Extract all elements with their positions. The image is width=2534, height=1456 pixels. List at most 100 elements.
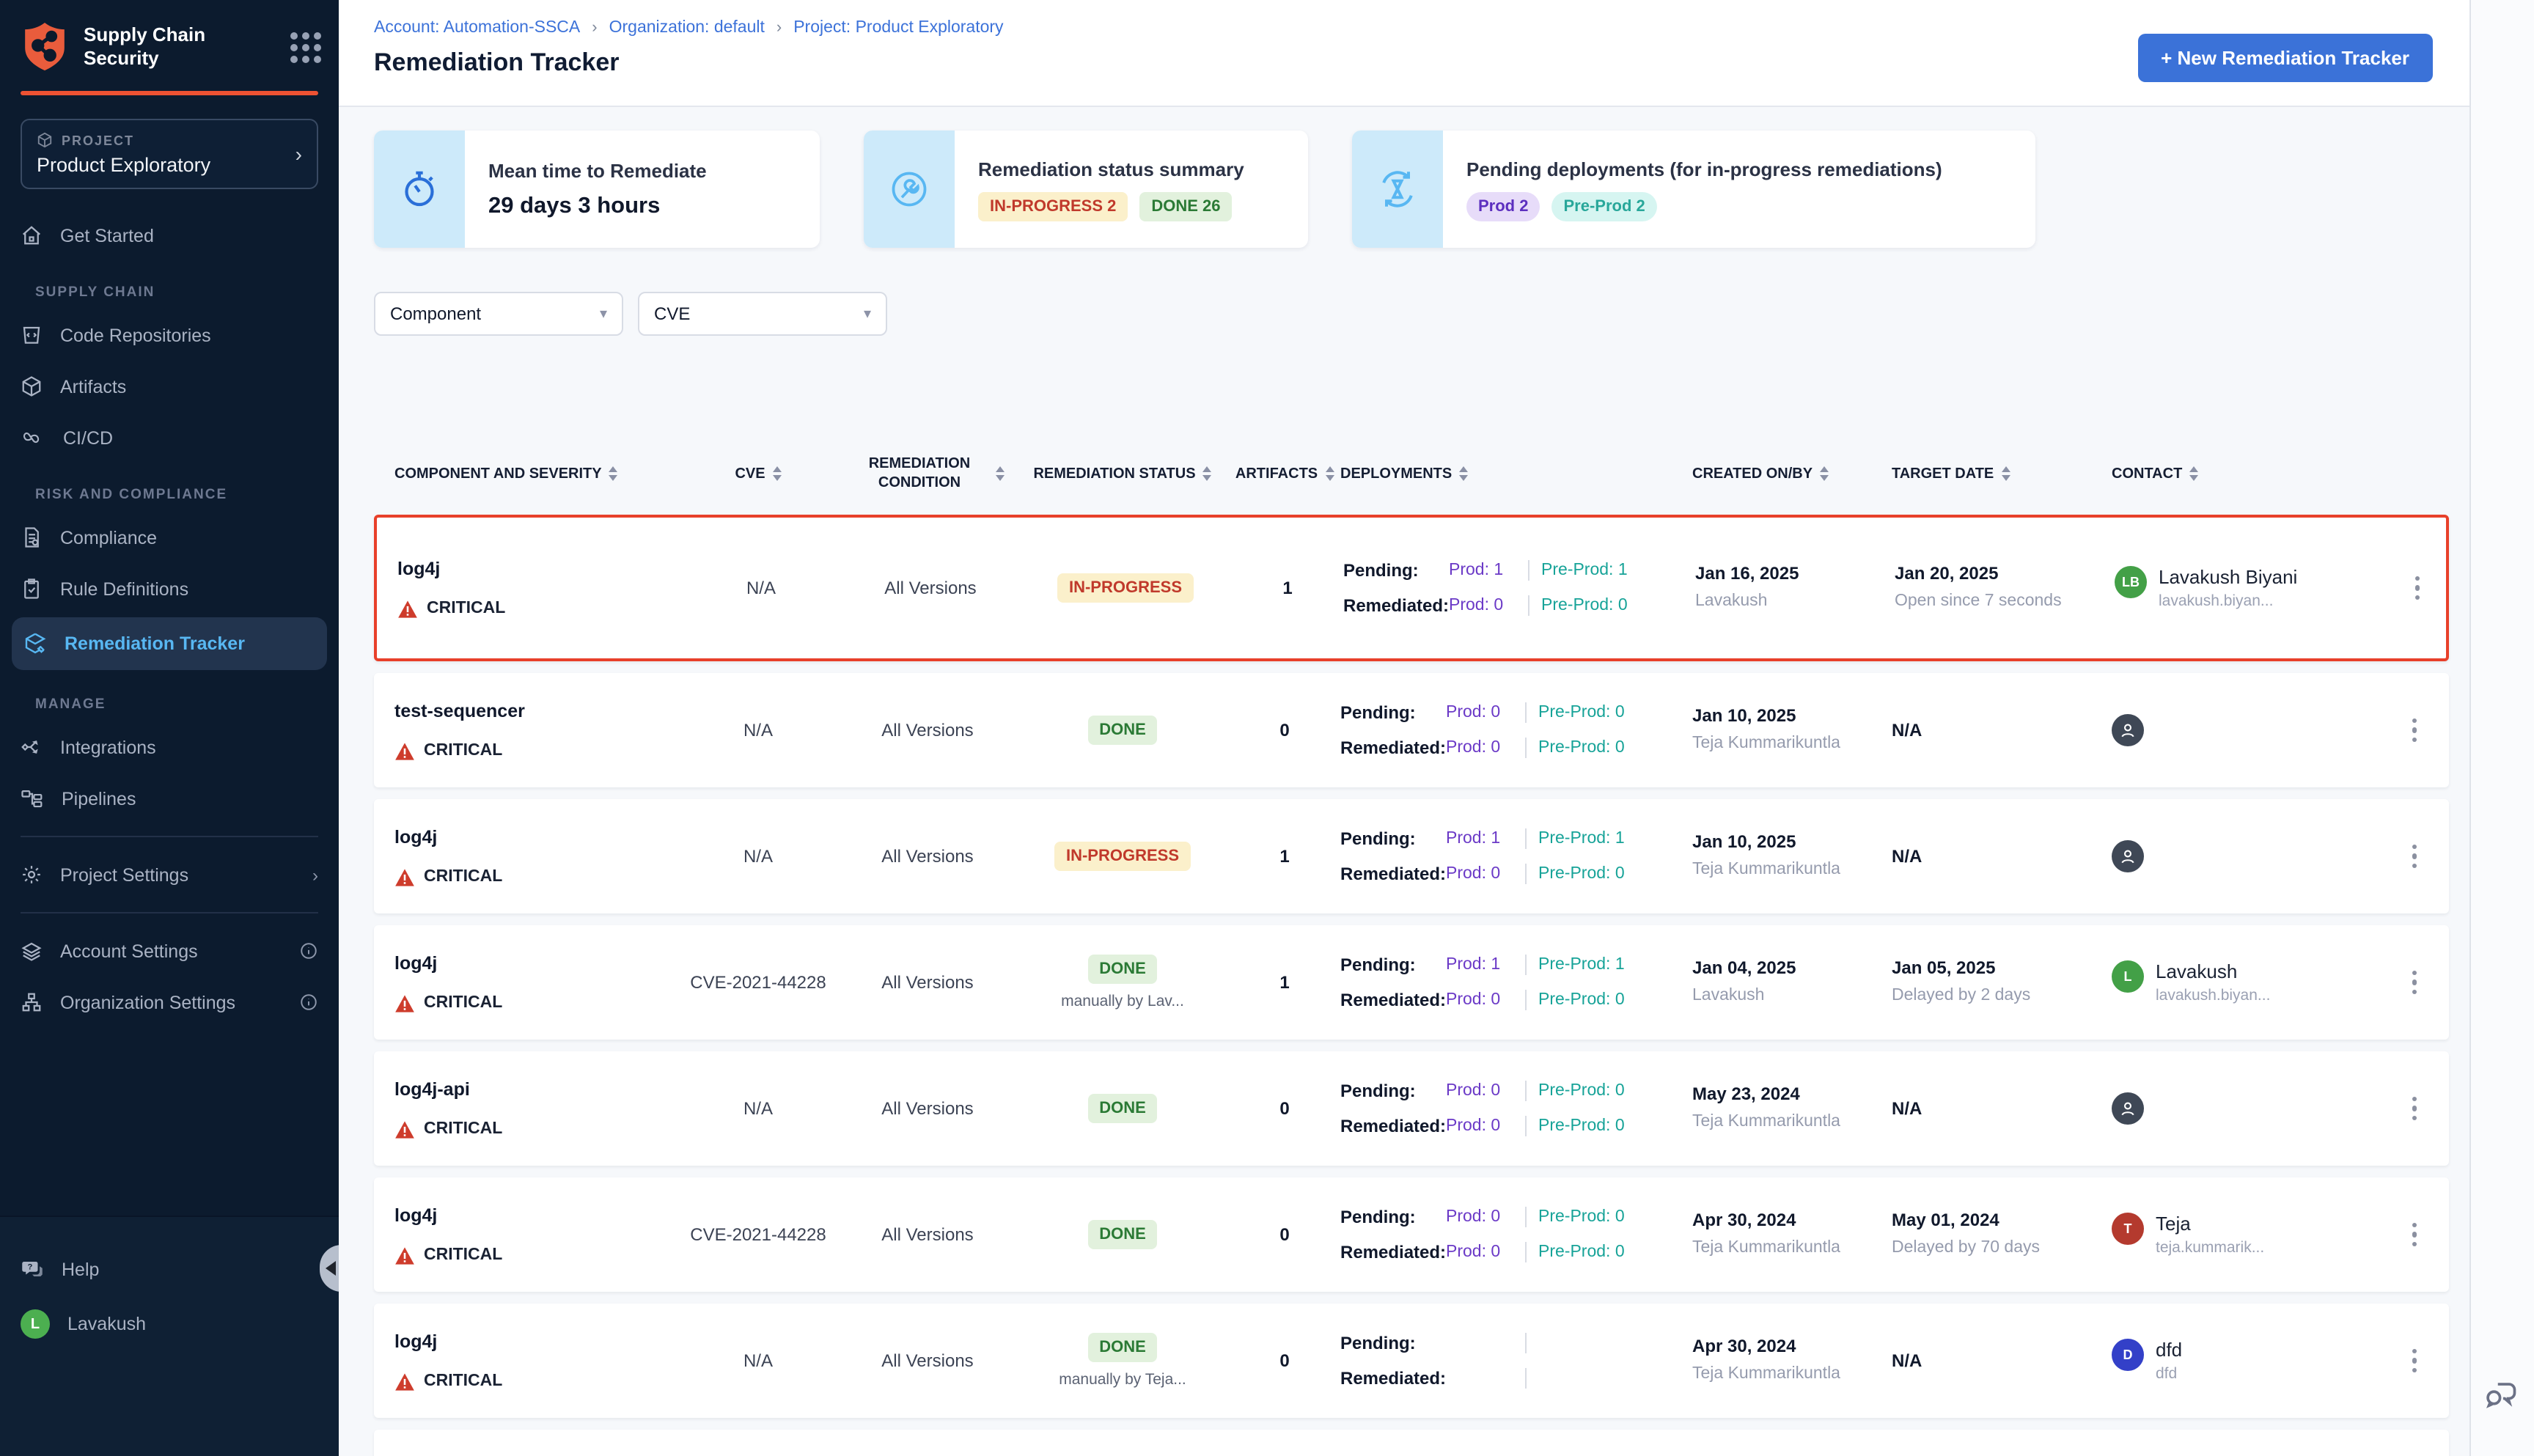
created-by: Teja Kummarikuntla (1692, 732, 1880, 755)
row-menu-kebab-icon[interactable] (2412, 1223, 2417, 1247)
remediated-prod-value[interactable]: Prod: 0 (1446, 991, 1513, 1009)
component-filter-dropdown[interactable]: Component ▾ (374, 292, 623, 336)
sidebar-item-code-repositories[interactable]: Code Repositories (0, 309, 339, 361)
sort-icon[interactable] (2001, 466, 2010, 481)
pending-preprod-value[interactable]: Pre-Prod: 1 (1538, 830, 1625, 848)
sidebar-item-artifacts[interactable]: Artifacts (0, 361, 339, 412)
remediation-condition-cell: All Versions (851, 1224, 1005, 1245)
sort-icon[interactable] (1325, 466, 1334, 481)
divider (21, 912, 318, 913)
sort-icon[interactable] (996, 466, 1005, 481)
prod-count-badge[interactable]: Prod 2 (1466, 191, 1540, 221)
target-date: N/A (1892, 1350, 2100, 1371)
pending-prod-value[interactable]: Prod: 0 (1446, 1082, 1513, 1100)
sidebar-item-pipelines[interactable]: Pipelines (0, 773, 339, 824)
pending-preprod-value[interactable]: Pre-Prod: 0 (1538, 704, 1625, 721)
sidebar-item-rule-definitions[interactable]: Rule Definitions (0, 563, 339, 614)
pending-prod-value[interactable]: Prod: 0 (1446, 704, 1513, 721)
table-row[interactable]: log4j CRITICAL CVE-2021-44228 All Versio… (374, 1177, 2449, 1292)
divider (1528, 595, 1529, 616)
breadcrumb-project[interactable]: Project: Product Exploratory (793, 19, 1003, 37)
remediated-preprod-value[interactable]: Pre-Prod: 0 (1538, 739, 1625, 757)
component-name: log4j (394, 826, 666, 847)
sidebar-item-account-settings[interactable]: Account Settings (0, 925, 339, 977)
column-header: REMEDIATION STATUS (1033, 464, 1195, 483)
row-menu-kebab-icon[interactable] (2412, 971, 2417, 995)
remediated-preprod-value[interactable]: Pre-Prod: 0 (1538, 1117, 1625, 1135)
severity-label: CRITICAL (427, 600, 505, 617)
remediated-preprod-value[interactable]: Pre-Prod: 0 (1538, 991, 1625, 1009)
sidebar-item-cicd[interactable]: CI/CD (0, 412, 339, 463)
sort-icon[interactable] (1203, 466, 1212, 481)
sidebar-item-remediation-tracker[interactable]: Remediation Tracker (12, 617, 327, 670)
in-progress-count-badge[interactable]: IN-PROGRESS 2 (978, 191, 1128, 221)
sort-icon[interactable] (1820, 466, 1829, 481)
breadcrumb-organization[interactable]: Organization: default (609, 19, 765, 37)
divider (1525, 1081, 1527, 1101)
pending-prod-value[interactable]: Prod: 1 (1449, 562, 1516, 579)
row-menu-kebab-icon[interactable] (2412, 1349, 2417, 1373)
breadcrumb-separator: › (592, 19, 597, 37)
row-menu-kebab-icon[interactable] (2414, 576, 2420, 600)
row-menu-kebab-icon[interactable] (2412, 1097, 2417, 1121)
divider (21, 836, 318, 837)
created-on-by-cell: Jan 16, 2025 Lavakush (1695, 562, 1883, 613)
component-name: log4j (397, 558, 669, 578)
pending-prod-value[interactable]: Prod: 1 (1446, 830, 1513, 848)
sidebar-item-compliance[interactable]: Compliance (0, 512, 339, 563)
pending-preprod-value[interactable]: Pre-Prod: 0 (1538, 1082, 1625, 1100)
sidebar-item-project-settings[interactable]: Project Settings › (0, 849, 339, 900)
remediated-prod-value[interactable]: Prod: 0 (1446, 1117, 1513, 1135)
created-date: Jan 10, 2025 (1692, 831, 1880, 851)
breadcrumb-account[interactable]: Account: Automation-SSCA (374, 19, 580, 37)
sidebar-item-label: Code Repositories (60, 325, 211, 345)
info-icon (299, 941, 318, 960)
sidebar-item-organization-settings[interactable]: Organization Settings (0, 977, 339, 1028)
remediation-status-cell: DONE (1016, 1094, 1229, 1123)
pending-preprod-value[interactable]: Pre-Prod: 1 (1538, 956, 1625, 974)
sidebar-item-integrations[interactable]: Integrations (0, 721, 339, 773)
remediated-preprod-value[interactable]: Pre-Prod: 0 (1538, 865, 1625, 883)
sidebar-item-help[interactable]: ? Help (0, 1243, 339, 1295)
sort-icon[interactable] (1459, 466, 1468, 481)
table-row[interactable]: log4j CRITICAL CVE-2021-44228 All Versio… (374, 925, 2449, 1040)
sidebar-item-label: Organization Settings (60, 992, 235, 1012)
sort-icon[interactable] (773, 466, 782, 481)
sort-icon[interactable] (2189, 466, 2198, 481)
table-row[interactable]: log4j CRITICAL N/A All Versions IN-PROGR… (374, 515, 2449, 661)
new-remediation-tracker-button[interactable]: + New Remediation Tracker (2137, 34, 2433, 82)
sidebar-item-get-started[interactable]: Get Started (0, 210, 339, 261)
severity-label: CRITICAL (424, 1246, 502, 1264)
remediated-preprod-value[interactable]: Pre-Prod: 0 (1538, 1243, 1625, 1261)
row-menu-kebab-icon[interactable] (2412, 718, 2417, 743)
pending-prod-value[interactable]: Prod: 0 (1446, 1208, 1513, 1226)
project-selector[interactable]: PROJECT Product Exploratory › (21, 119, 318, 189)
pending-preprod-value[interactable]: Pre-Prod: 1 (1541, 562, 1628, 579)
table-row[interactable]: log4j CRITICAL N/A All Versions IN-PROGR… (374, 799, 2449, 913)
brand-accent-rule (21, 91, 318, 95)
remediated-prod-value[interactable]: Prod: 0 (1449, 597, 1516, 614)
remediated-preprod-value[interactable]: Pre-Prod: 0 (1541, 597, 1628, 614)
support-chat-icon[interactable] (2481, 1374, 2519, 1412)
preprod-count-badge[interactable]: Pre-Prod 2 (1551, 191, 1656, 221)
card-title: Pending deployments (for in-progress rem… (1466, 158, 1942, 180)
scrollbar-gutter[interactable] (2469, 0, 2534, 1456)
remediation-status-cell: DONE (1016, 1220, 1229, 1249)
table-row[interactable]: log4j CRITICAL N/A All Versions DONE man… (374, 1304, 2449, 1418)
row-menu-kebab-icon[interactable] (2412, 845, 2417, 869)
remediated-prod-value[interactable]: Prod: 0 (1446, 865, 1513, 883)
pending-preprod-value[interactable]: Pre-Prod: 0 (1538, 1208, 1625, 1226)
table-row[interactable]: log4j Pending: Remediated: (374, 1430, 2449, 1456)
remediated-prod-value[interactable]: Prod: 0 (1446, 739, 1513, 757)
deployments-cell: Pending: Prod: 1 Pre-Prod: 1 Remediated:… (1343, 560, 1683, 616)
cve-filter-dropdown[interactable]: CVE ▾ (638, 292, 887, 336)
table-row[interactable]: log4j-api CRITICAL N/A All Versions DONE… (374, 1051, 2449, 1166)
app-grid-icon[interactable] (290, 32, 321, 62)
table-row[interactable]: test-sequencer CRITICAL N/A All Versions… (374, 673, 2449, 787)
sidebar-user[interactable]: L Lavakush (0, 1295, 339, 1353)
status-badge: DONE (1087, 955, 1158, 984)
done-count-badge[interactable]: DONE 26 (1139, 191, 1232, 221)
remediated-prod-value[interactable]: Prod: 0 (1446, 1243, 1513, 1261)
sort-icon[interactable] (609, 466, 618, 481)
pending-prod-value[interactable]: Prod: 1 (1446, 956, 1513, 974)
